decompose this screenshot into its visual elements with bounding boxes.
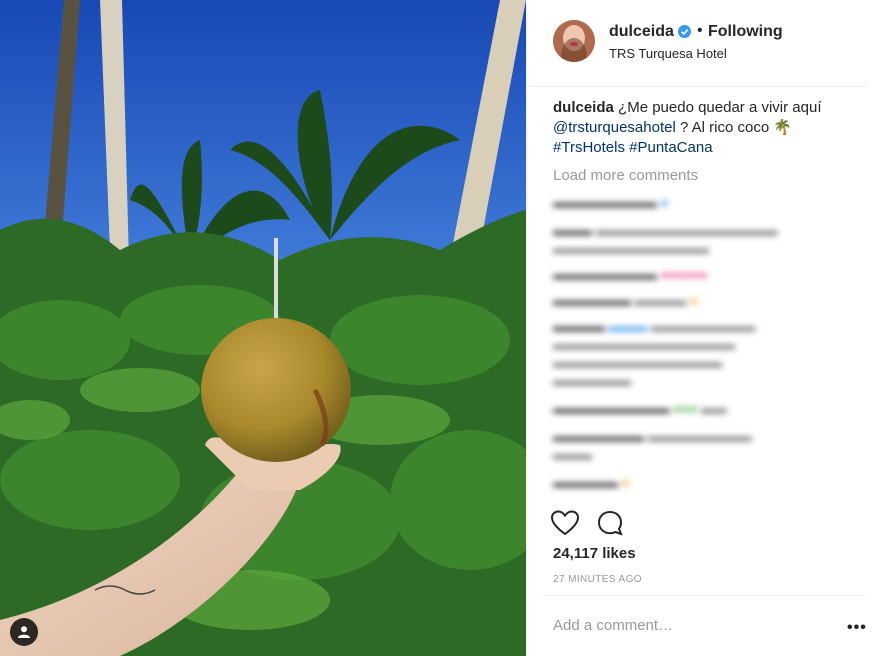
- post-header: dulceida • Following TRS Turquesa Hotel: [527, 0, 867, 87]
- location-link[interactable]: TRS Turquesa Hotel: [609, 46, 727, 61]
- comment-placeholder: ▬▬▬▬ ▬▬▬ ▬▬▬▬▬▬▬▬: [553, 319, 756, 334]
- comment-placeholder: ▬▬▬▬▬▬▬▬▬▬▬▬: [553, 241, 709, 256]
- avatar-image: [553, 20, 595, 62]
- caption-mention[interactable]: @trsturquesahotel: [553, 119, 676, 136]
- palm-emoji: 🌴: [773, 119, 793, 136]
- post-caption: dulceida ¿Me puedo quedar a vivir aquí @…: [553, 98, 853, 158]
- caption-text: ¿Me puedo quedar a vivir aquí: [618, 99, 822, 116]
- comment-bubble-icon[interactable]: [597, 510, 623, 536]
- coconut-palms-photo: [0, 0, 526, 656]
- comment-placeholder: ▬▬▬▬▬▬▬▬▬ ●●● ▬▬: [553, 401, 727, 416]
- heart-icon[interactable]: [551, 510, 579, 536]
- comment-placeholder: ▬▬▬▬▬ ●: [553, 475, 630, 490]
- comment-placeholder: ▬▬▬▬▬▬▬▬ ●●●●●●: [553, 267, 708, 282]
- verified-badge-icon: [678, 25, 691, 38]
- user-tag-icon: [18, 626, 30, 638]
- blurred-comments: ▬▬▬▬▬▬▬▬ ● ▬▬▬ ▬▬▬▬▬▬▬▬▬▬▬▬▬▬ ▬▬▬▬▬▬▬▬▬▬…: [547, 188, 857, 508]
- caption-text-2: ? Al rico coco: [679, 119, 770, 136]
- post-side-panel: dulceida • Following TRS Turquesa Hotel …: [526, 0, 876, 656]
- more-options-icon[interactable]: •••: [847, 619, 867, 637]
- add-comment-input[interactable]: Add a comment…: [553, 617, 833, 634]
- user-tag-button[interactable]: [10, 618, 38, 646]
- comment-placeholder: ▬▬▬ ▬▬▬▬▬▬▬▬▬▬▬▬▬▬: [553, 223, 778, 238]
- post-photo[interactable]: [0, 0, 526, 656]
- comment-placeholder: ▬▬▬: [553, 447, 592, 462]
- caption-username[interactable]: dulceida: [553, 99, 614, 116]
- likes-count[interactable]: 24,117 likes: [553, 545, 636, 562]
- avatar[interactable]: [553, 20, 595, 62]
- comment-placeholder: ▬▬▬▬▬▬▬ ▬▬▬▬▬▬▬▬: [553, 429, 752, 444]
- load-more-comments[interactable]: Load more comments: [553, 167, 698, 184]
- hashtag-puntacana[interactable]: #PuntaCana: [629, 139, 712, 156]
- hashtag-trshotels[interactable]: #TrsHotels: [553, 139, 625, 156]
- comment-placeholder: ▬▬▬▬▬▬▬▬▬▬▬▬▬: [553, 355, 722, 370]
- following-button[interactable]: Following: [708, 23, 783, 41]
- comment-placeholder: ▬▬▬▬▬▬: [553, 373, 631, 388]
- post-username[interactable]: dulceida: [609, 23, 674, 41]
- comment-placeholder: ▬▬▬▬▬▬▬▬▬▬▬▬▬▬: [553, 337, 735, 352]
- comment-placeholder: ▬▬▬▬▬▬ ▬▬▬▬ ●: [553, 293, 699, 308]
- comment-placeholder: ▬▬▬▬▬▬▬▬ ●: [553, 195, 669, 210]
- comment-divider: [543, 595, 865, 596]
- header-separator: •: [697, 22, 703, 39]
- post-timestamp[interactable]: 27 MINUTES AGO: [553, 574, 642, 585]
